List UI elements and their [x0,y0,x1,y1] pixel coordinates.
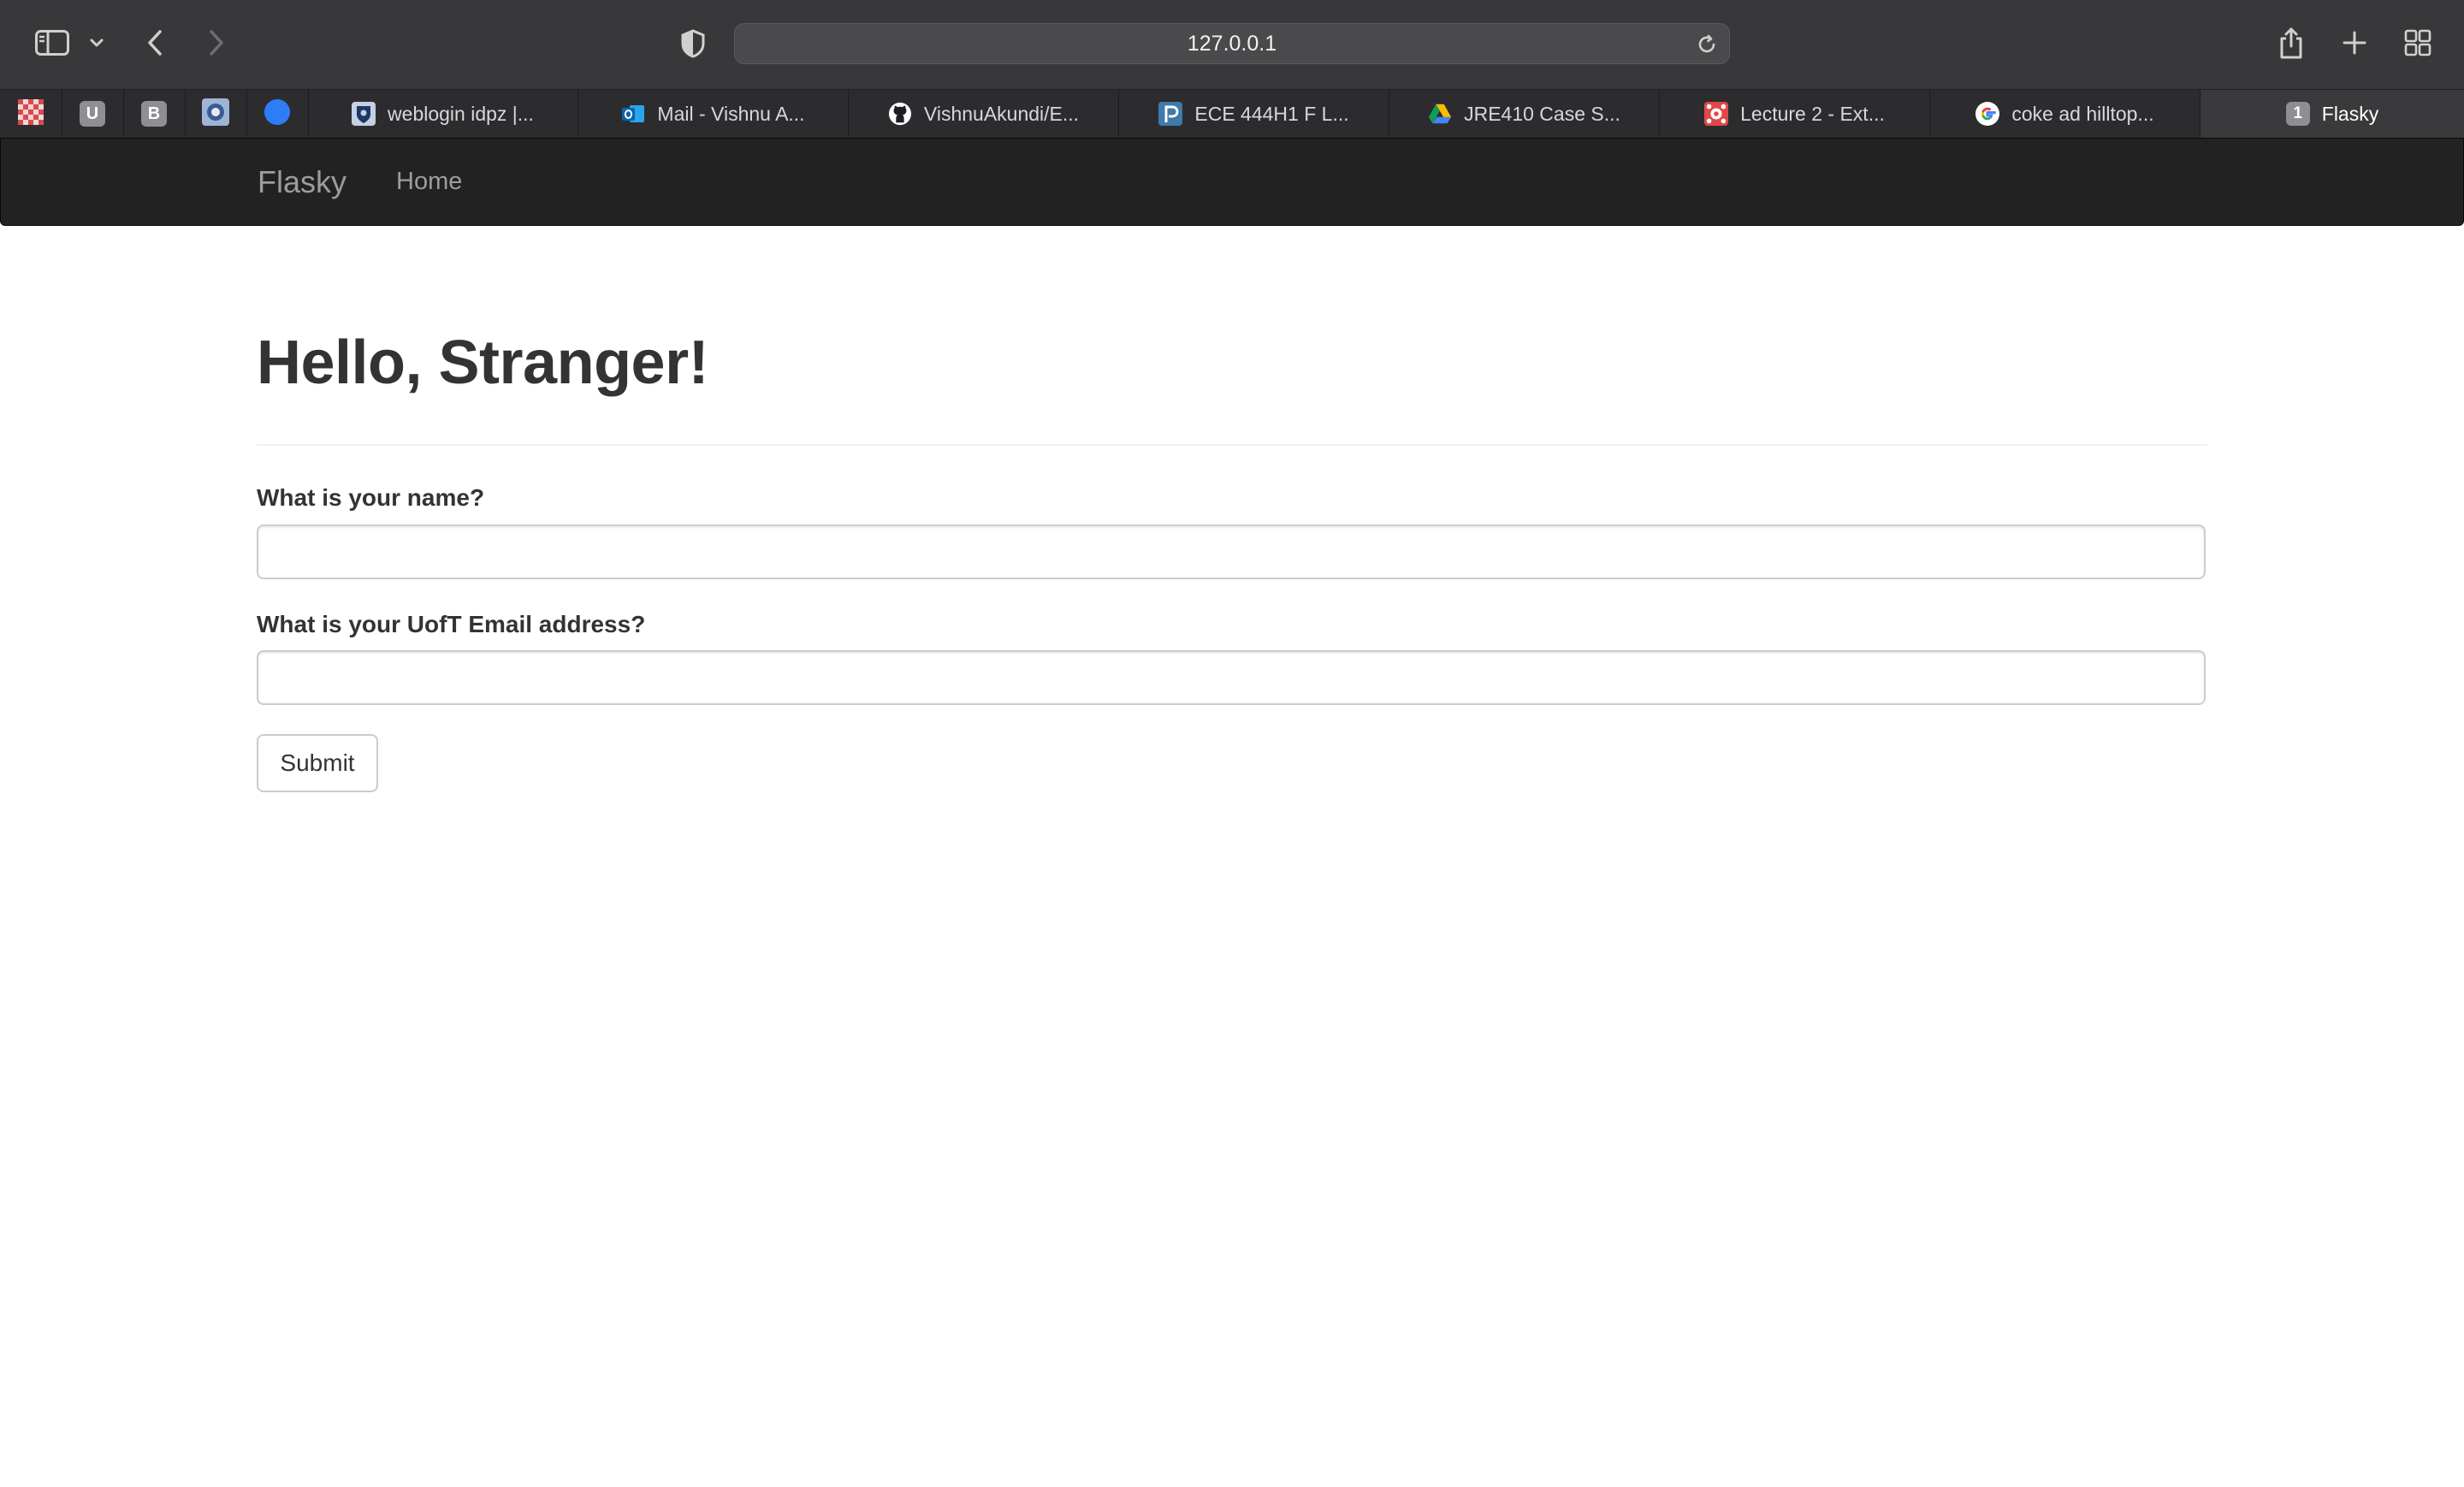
tab-label: Flasky [2321,102,2379,125]
number-badge-icon: 1 [2285,102,2310,126]
outlook-favicon-icon [621,102,645,126]
navbar: Flasky Home [0,138,2464,226]
pinned-tab-3[interactable]: B [123,90,186,138]
uoft-crest-favicon-icon [352,102,376,126]
share-icon[interactable] [2276,24,2307,62]
back-icon[interactable] [142,27,168,58]
tab-flasky[interactable]: 1 Flasky [2200,90,2464,138]
reload-icon[interactable] [1696,33,1718,56]
tab-mail[interactable]: Mail - Vishnu A... [578,90,849,138]
email-label: What is your UofT Email address? [257,611,646,637]
crest-favicon-icon [202,98,229,130]
tab-github[interactable]: VishnuAkundi/E... [849,90,1119,138]
tab-bar: U B weblogin idpz |... Mail - Vishnu A..… [0,89,2464,138]
tab-google[interactable]: coke ad hilltop... [1930,90,2200,138]
nav-link-home[interactable]: Home [396,139,462,225]
privacy-shield-icon[interactable] [676,27,710,60]
submit-button[interactable]: Submit [257,734,378,792]
checker-red-favicon-icon [18,98,44,129]
tab-number-badge: 1 [2285,102,2310,126]
address-bar[interactable]: 127.0.0.1 [734,23,1730,64]
tab-label: Mail - Vishnu A... [657,102,805,125]
chevron-down-icon[interactable] [87,33,106,53]
github-favicon-icon [888,102,912,126]
b-favicon-icon: B [141,101,167,127]
pinned-tab-2[interactable]: U [62,90,124,138]
u-favicon-icon: U [80,101,105,127]
pinned-tab-5[interactable] [246,90,309,138]
new-tab-icon[interactable] [2339,27,2370,58]
tab-label: JRE410 Case S... [1464,102,1620,125]
forward-icon[interactable] [204,27,229,58]
sidebar-toggle-icon[interactable] [34,27,70,58]
page-title: Hello, Stranger! [257,329,709,397]
navbar-brand[interactable]: Flasky [258,139,346,225]
pinned-tab-4[interactable] [185,90,247,138]
blue-circle-favicon-icon [264,98,291,130]
piazza-favicon-icon [1158,102,1183,126]
browser-toolbar: 127.0.0.1 [0,0,2464,89]
name-label: What is your name? [257,484,485,511]
google-favicon-icon [1975,102,2000,126]
tab-overview-icon[interactable] [2402,27,2433,58]
tab-piazza[interactable]: ECE 444H1 F L... [1119,90,1389,138]
red-pattern-favicon-icon [1704,102,1729,126]
pinned-tab-1[interactable] [0,90,62,138]
google-drive-favicon-icon [1428,102,1452,126]
tab-label: Lecture 2 - Ext... [1740,102,1885,125]
tab-label: weblogin idpz |... [388,102,534,125]
email-field[interactable] [257,650,2206,705]
tab-label: coke ad hilltop... [2011,102,2154,125]
tab-label: VishnuAkundi/E... [923,102,1080,125]
tab-lecture[interactable]: Lecture 2 - Ext... [1660,90,1930,138]
tab-drive[interactable]: JRE410 Case S... [1389,90,1660,138]
tab-weblogin[interactable]: weblogin idpz |... [308,90,578,138]
name-field[interactable] [257,524,2206,579]
header-divider [257,444,2207,446]
tab-label: ECE 444H1 F L... [1194,102,1349,125]
url-text: 127.0.0.1 [1187,32,1277,56]
